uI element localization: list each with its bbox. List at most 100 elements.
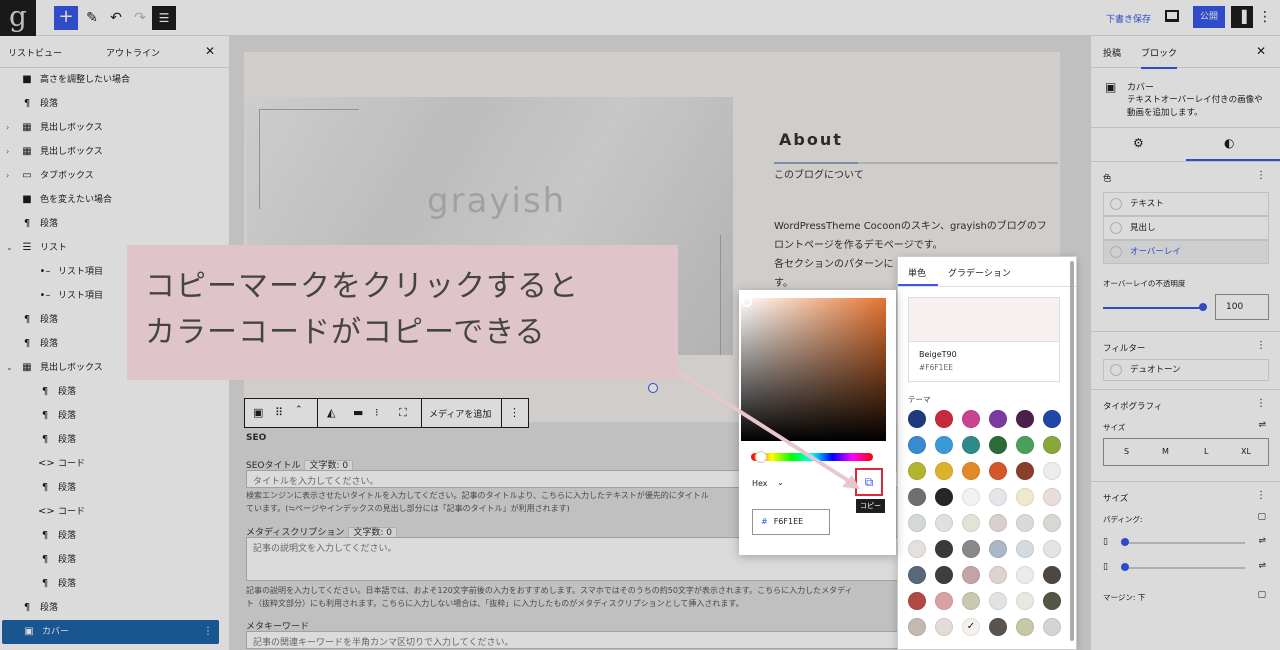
color-swatch[interactable] bbox=[1043, 436, 1061, 454]
chevron-icon[interactable]: ⌄ bbox=[6, 236, 13, 260]
color-swatch[interactable] bbox=[989, 566, 1007, 584]
size-option-s[interactable]: S bbox=[1124, 447, 1129, 456]
copy-color-button[interactable]: ⧉ bbox=[855, 468, 883, 496]
slider-knob[interactable] bbox=[1121, 563, 1129, 571]
color-swatch[interactable] bbox=[908, 540, 926, 558]
settings-sidebar-icon[interactable]: ▐ bbox=[1231, 6, 1253, 28]
color-swatch[interactable] bbox=[1016, 618, 1034, 636]
site-logo[interactable]: g bbox=[0, 0, 36, 36]
list-view-item[interactable]: <> コード bbox=[0, 452, 229, 476]
color-swatch[interactable] bbox=[962, 540, 980, 558]
color-item-heading[interactable]: 見出し bbox=[1103, 216, 1269, 240]
fullscreen-icon[interactable]: ⛶ bbox=[399, 406, 407, 420]
list-view-item[interactable]: ¶ 段落 bbox=[0, 476, 229, 500]
color-swatch[interactable] bbox=[935, 592, 953, 610]
color-swatch[interactable] bbox=[935, 436, 953, 454]
color-swatch[interactable] bbox=[935, 488, 953, 506]
options-icon[interactable]: ⋮ bbox=[1258, 10, 1272, 24]
hue-slider[interactable] bbox=[751, 453, 873, 461]
about-subtitle[interactable]: このブログについて bbox=[774, 166, 864, 185]
color-swatch[interactable] bbox=[935, 540, 953, 558]
list-view-item[interactable]: ¶ 段落 bbox=[0, 212, 229, 236]
chevron-icon[interactable]: ⌄ bbox=[6, 356, 13, 380]
color-swatch[interactable] bbox=[962, 436, 980, 454]
color-format-label[interactable]: Hex bbox=[752, 479, 768, 488]
unlink-sides-icon[interactable]: ▢ bbox=[1257, 512, 1266, 522]
close-icon[interactable]: ✕ bbox=[1256, 44, 1266, 58]
list-view-item[interactable]: ■ 色を変えたい場合 bbox=[0, 188, 229, 212]
slider-knob[interactable] bbox=[1121, 538, 1129, 546]
color-swatch[interactable] bbox=[908, 592, 926, 610]
color-swatch[interactable] bbox=[935, 462, 953, 480]
undo-icon[interactable]: ↶ bbox=[104, 6, 128, 30]
padding-side-slider[interactable] bbox=[1121, 567, 1245, 569]
overlay-opacity-slider[interactable] bbox=[1103, 307, 1203, 309]
list-view-item[interactable]: › ▭ タブボックス bbox=[0, 164, 229, 188]
publish-button[interactable]: 公開 bbox=[1193, 6, 1225, 28]
close-icon[interactable]: ✕ bbox=[205, 44, 215, 58]
chevron-icon[interactable]: › bbox=[6, 164, 9, 188]
list-view-item[interactable]: ¶ 段落 bbox=[0, 596, 229, 620]
preview-icon[interactable] bbox=[1165, 10, 1179, 22]
list-view-item[interactable]: ¶ 段落 bbox=[0, 404, 229, 428]
custom-padding-icon[interactable]: ⇌ bbox=[1258, 536, 1266, 546]
color-swatch[interactable] bbox=[962, 488, 980, 506]
color-swatch[interactable] bbox=[1043, 462, 1061, 480]
chevron-down-icon[interactable]: ⌄ bbox=[777, 478, 784, 487]
color-swatch[interactable] bbox=[935, 618, 953, 636]
save-draft-button[interactable]: 下書き保存 bbox=[1106, 12, 1151, 25]
tab-list-view[interactable]: リストビュー bbox=[8, 46, 62, 59]
settings-gear-icon[interactable]: ⚙ bbox=[1133, 136, 1144, 150]
list-view-item[interactable]: ¶ 段落 bbox=[0, 428, 229, 452]
color-swatch[interactable] bbox=[962, 462, 980, 480]
tab-post[interactable]: 投稿 bbox=[1103, 46, 1121, 59]
padding-top-slider[interactable] bbox=[1121, 542, 1245, 544]
size-option-m[interactable]: M bbox=[1162, 447, 1169, 456]
color-swatch[interactable] bbox=[908, 436, 926, 454]
list-view-item[interactable]: ¶ 段落 bbox=[0, 380, 229, 404]
slider-knob[interactable] bbox=[1199, 303, 1207, 311]
color-swatch[interactable] bbox=[962, 592, 980, 610]
color-swatch[interactable] bbox=[989, 618, 1007, 636]
color-swatch[interactable] bbox=[1016, 410, 1034, 428]
color-swatch[interactable] bbox=[1016, 566, 1034, 584]
color-swatch[interactable] bbox=[1043, 566, 1061, 584]
redo-icon[interactable]: ↷ bbox=[128, 6, 152, 30]
chevron-icon[interactable]: › bbox=[6, 116, 9, 140]
unlink-sides-icon[interactable]: ▢ bbox=[1257, 590, 1266, 600]
grid-icon[interactable]: ⁝ bbox=[375, 406, 379, 419]
color-swatch[interactable] bbox=[1043, 540, 1061, 558]
color-item-text[interactable]: テキスト bbox=[1103, 192, 1269, 216]
chevron-icon[interactable]: › bbox=[6, 140, 9, 164]
color-swatch[interactable] bbox=[989, 436, 1007, 454]
color-swatch[interactable] bbox=[935, 410, 953, 428]
color-swatch[interactable] bbox=[989, 540, 1007, 558]
color-swatch[interactable] bbox=[908, 566, 926, 584]
about-paragraph-line[interactable]: ロントページを作るデモページです。 bbox=[774, 236, 943, 255]
about-paragraph-line[interactable]: WordPressTheme Cocoonのスキン、grayishのブログのフ bbox=[774, 217, 1047, 236]
tab-block[interactable]: ブロック bbox=[1141, 46, 1178, 69]
typography-options-icon[interactable]: ⋮ bbox=[1256, 398, 1266, 409]
color-swatch[interactable] bbox=[1043, 592, 1061, 610]
color-swatch[interactable] bbox=[962, 566, 980, 584]
color-options-icon[interactable]: ⋮ bbox=[1256, 170, 1266, 181]
list-view-item[interactable]: ⌄ ▣ カバー ⋮ bbox=[2, 620, 219, 644]
size-option-xl[interactable]: XL bbox=[1241, 447, 1251, 456]
color-swatch[interactable] bbox=[1016, 436, 1034, 454]
color-swatch[interactable] bbox=[1043, 488, 1061, 506]
styles-contrast-icon[interactable]: ◐ bbox=[1224, 136, 1234, 150]
color-swatch[interactable] bbox=[1043, 514, 1061, 532]
saturation-area[interactable] bbox=[741, 298, 886, 441]
list-view-item[interactable]: ¶ 段落 bbox=[0, 572, 229, 596]
size-option-l[interactable]: L bbox=[1204, 447, 1208, 456]
color-swatch[interactable] bbox=[1016, 592, 1034, 610]
scrollbar[interactable] bbox=[1070, 261, 1074, 641]
custom-size-icon[interactable]: ⇌ bbox=[1258, 420, 1266, 430]
list-view-item[interactable]: › ▦ 見出しボックス bbox=[0, 116, 229, 140]
color-swatch[interactable] bbox=[962, 514, 980, 532]
tab-solid[interactable]: 単色 bbox=[908, 266, 926, 279]
add-block-button[interactable]: + bbox=[54, 6, 78, 30]
item-options-icon[interactable]: ⋮ bbox=[203, 620, 213, 644]
move-up-down-icon[interactable]: ⌃ bbox=[295, 405, 303, 415]
color-swatch[interactable] bbox=[989, 488, 1007, 506]
